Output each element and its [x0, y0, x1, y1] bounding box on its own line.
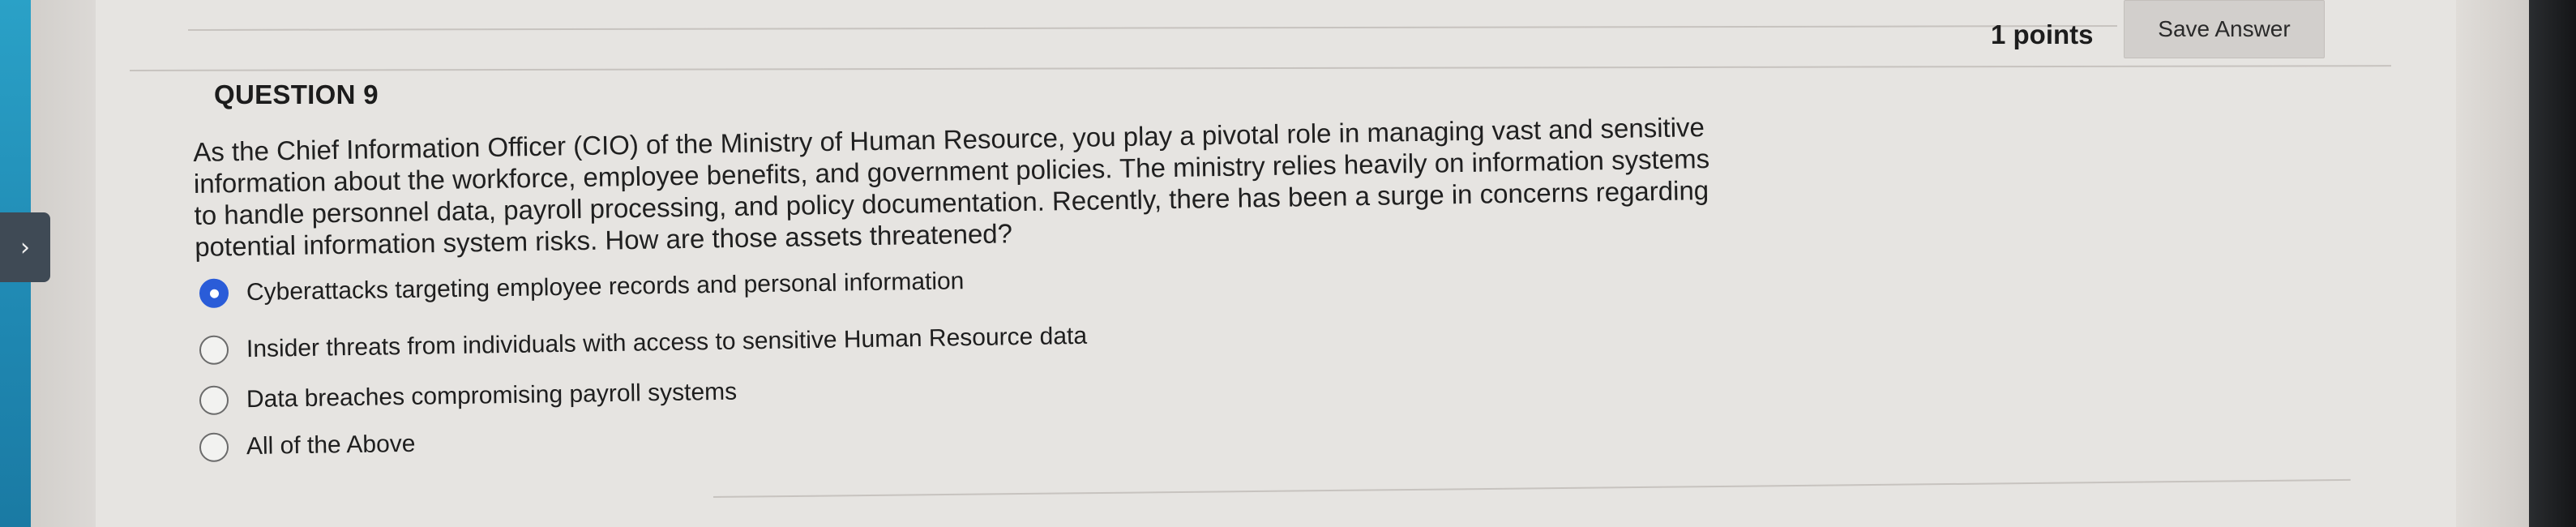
- radio-unselected-icon[interactable]: [199, 385, 229, 415]
- radio-unselected-icon[interactable]: [199, 335, 229, 365]
- chevron-right-icon: ›: [20, 233, 30, 262]
- right-margin: [2456, 0, 2529, 527]
- radio-unselected-icon[interactable]: [199, 432, 229, 462]
- answer-option-label: Insider threats from individuals with ac…: [246, 322, 1088, 363]
- answer-option-label: Data breaches compromising payroll syste…: [246, 378, 738, 413]
- expand-sidebar-button[interactable]: ›: [0, 212, 50, 282]
- radio-selected-icon[interactable]: [199, 278, 229, 308]
- question-panel: [96, 0, 2456, 527]
- answer-option-4[interactable]: All of the Above: [199, 424, 416, 468]
- answer-option-label: All of the Above: [246, 430, 416, 461]
- answer-option-3[interactable]: Data breaches compromising payroll syste…: [199, 372, 738, 421]
- save-answer-button[interactable]: Save Answer: [2124, 0, 2325, 58]
- question-points: 1 points: [1991, 19, 2094, 49]
- right-edge-bezel: [2529, 0, 2576, 527]
- question-title: QUESTION 9: [214, 79, 379, 109]
- answer-option-label: Cyberattacks targeting employee records …: [246, 268, 965, 306]
